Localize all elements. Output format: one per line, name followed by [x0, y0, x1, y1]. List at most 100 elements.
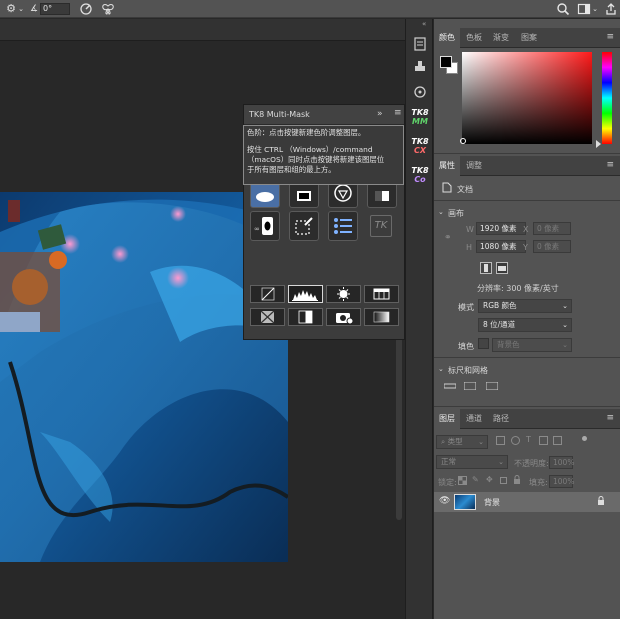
foreground-color-swatch[interactable]: [440, 56, 452, 68]
pixel-filter-icon[interactable]: [496, 436, 505, 445]
vibrance-button[interactable]: [250, 308, 285, 326]
lock-artboard-icon[interactable]: [499, 476, 508, 485]
width-label: W: [466, 225, 474, 234]
x-label: X: [523, 225, 529, 234]
link-icon[interactable]: ⚭: [444, 233, 452, 243]
tk8-panel-header[interactable]: TK8 Multi-Mask » ≡: [244, 105, 404, 125]
layer-mask-button[interactable]: ∞: [250, 211, 280, 241]
layer-name[interactable]: 背景: [484, 497, 500, 508]
adjustment-filter-icon[interactable]: [511, 436, 520, 445]
hue-slider-handle[interactable]: [596, 140, 601, 148]
tab-properties[interactable]: 属性: [434, 156, 460, 176]
tk8-mm-badge[interactable]: TK8 MM: [408, 108, 432, 130]
chevron-down-icon[interactable]: ⌄: [438, 208, 444, 216]
photo-filter-button[interactable]: [326, 308, 361, 326]
levels-button[interactable]: [288, 285, 323, 303]
list-button[interactable]: [328, 211, 358, 241]
document-tab-strip: [0, 19, 405, 41]
bit-depth-select[interactable]: 8 位/通道 ⌄: [478, 318, 572, 332]
grid-icon[interactable]: [464, 382, 476, 390]
rulers-grids-section-title: 标尺和网格: [448, 366, 488, 375]
tk8-cx-badge[interactable]: TK8 CX: [408, 137, 432, 159]
document-icon: [442, 182, 452, 193]
history-brush-icon[interactable]: [409, 33, 431, 55]
tab-layers[interactable]: 图层: [434, 409, 460, 429]
stamp-icon[interactable]: [409, 55, 431, 77]
panel-menu-icon[interactable]: ≡: [606, 160, 614, 170]
gradient-map-button[interactable]: [364, 308, 399, 326]
hue-slider[interactable]: [602, 52, 612, 144]
tab-gradients[interactable]: 渐变: [488, 28, 514, 48]
panel-menu-icon[interactable]: ≡: [394, 108, 402, 118]
height-field[interactable]: 1080 像素: [476, 240, 526, 253]
lock-all-icon[interactable]: [513, 475, 521, 485]
mode-select[interactable]: RGB 颜色 ⌄: [478, 299, 572, 313]
tooltip-line: 于所有图层和组的最上方。: [247, 165, 336, 174]
ruler-icon[interactable]: [444, 382, 456, 390]
properties-doc-label: 文档: [457, 185, 473, 194]
panel-menu-icon[interactable]: ≡: [606, 32, 614, 42]
black-white-button[interactable]: [288, 308, 323, 326]
fill-select[interactable]: 背景色 ⌄: [492, 338, 572, 352]
smart-object-filter-icon[interactable]: [553, 436, 562, 445]
type-filter-icon[interactable]: T: [526, 435, 531, 444]
butterfly-symmetry-icon[interactable]: [101, 2, 115, 16]
angle-icon: ∡: [29, 4, 39, 14]
height-label: H: [466, 243, 473, 252]
tab-adjustments[interactable]: 调整: [461, 156, 487, 176]
share-icon[interactable]: [604, 2, 618, 16]
search-icon[interactable]: [556, 2, 570, 16]
y-field[interactable]: 0 像素: [533, 240, 571, 253]
color-picker-field[interactable]: [462, 52, 592, 144]
layer-filter-kind[interactable]: ⌕ 类型 ⌄: [436, 435, 488, 449]
tooltip-line: （macOS）同时点击按键将新建该图层位: [247, 155, 385, 164]
exposure-button[interactable]: [364, 285, 399, 303]
curves-button[interactable]: [250, 285, 285, 303]
x-field[interactable]: 0 像素: [533, 222, 571, 235]
collapse-icon[interactable]: «: [422, 20, 426, 28]
y-label: Y: [523, 243, 528, 252]
tab-color[interactable]: 颜色: [434, 28, 460, 48]
color-picker-handle[interactable]: [460, 138, 466, 144]
mode-select-value: RGB 颜色: [483, 301, 517, 310]
shape-filter-icon[interactable]: [539, 436, 548, 445]
navigator-icon[interactable]: [409, 81, 431, 103]
search-icon: ⌕: [441, 437, 446, 446]
fill-select-value: 背景色: [497, 340, 520, 349]
tab-channels[interactable]: 通道: [461, 409, 487, 429]
tk-logo-button[interactable]: TK: [370, 215, 392, 237]
lock-brush-icon[interactable]: ✎: [472, 475, 479, 484]
opacity-field[interactable]: 100%: [549, 456, 574, 469]
panel-menu-icon[interactable]: ≡: [606, 413, 614, 423]
chevron-down-icon[interactable]: ⌄: [438, 365, 444, 373]
lock-transparent-icon[interactable]: [458, 476, 467, 485]
panel-icon-strip: « TK8 MM TK8 CX TK8 Co: [405, 19, 433, 619]
tab-patterns[interactable]: 图案: [516, 28, 542, 48]
visibility-eye-icon[interactable]: 👁: [439, 496, 450, 506]
selection-brush-button[interactable]: [289, 211, 319, 241]
brightness-button[interactable]: [326, 285, 361, 303]
tab-paths[interactable]: 路径: [488, 409, 514, 429]
blend-mode-select[interactable]: 正常 ⌄: [436, 455, 508, 469]
chevron-down-icon[interactable]: ⌄: [588, 2, 602, 16]
guides-icon[interactable]: [486, 382, 498, 390]
portrait-orientation-icon[interactable]: [480, 262, 492, 274]
fill-color-swatch[interactable]: [478, 338, 489, 349]
fill-field[interactable]: 100%: [549, 475, 574, 488]
tk8-panel-title: TK8 Multi-Mask: [249, 110, 310, 119]
layer-thumbnail: [454, 494, 476, 510]
landscape-orientation-icon[interactable]: [496, 262, 508, 274]
lock-position-icon[interactable]: ✥: [486, 475, 493, 484]
svg-text:∞: ∞: [254, 225, 260, 233]
tab-swatches[interactable]: 色板: [461, 28, 487, 48]
chevron-down-icon: ⌄: [562, 321, 568, 329]
width-field[interactable]: 1920 像素: [476, 222, 526, 235]
filter-toggle-icon[interactable]: [582, 436, 587, 441]
angle-input[interactable]: 0°: [40, 3, 70, 15]
pressure-icon[interactable]: [79, 2, 93, 16]
collapse-icon[interactable]: »: [377, 109, 383, 119]
chevron-down-icon[interactable]: ⌄: [14, 2, 28, 16]
fill-label: 填充:: [529, 478, 548, 487]
tk8-co-badge[interactable]: TK8 Co: [408, 166, 432, 188]
layer-row[interactable]: 👁 背景: [434, 492, 620, 512]
